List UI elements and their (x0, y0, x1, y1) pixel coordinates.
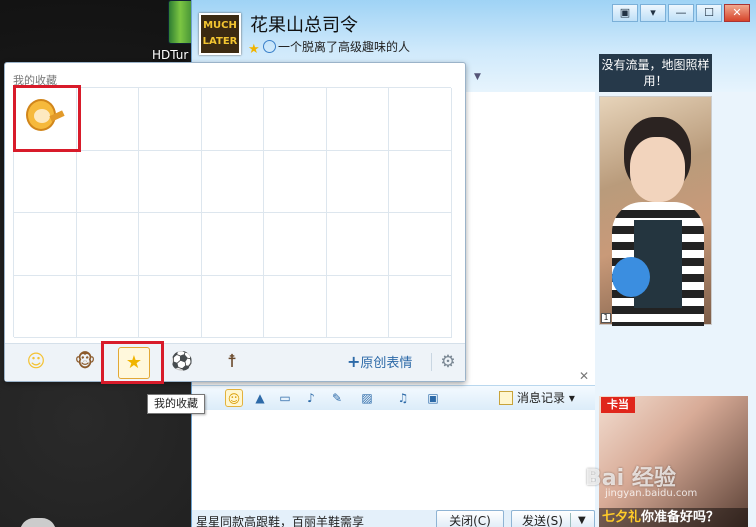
status-row: ★ 一个脱离了高级趣味的人 (248, 38, 411, 57)
tab-smile-icon[interactable]: ☺ (22, 348, 50, 376)
emoji-cell[interactable] (264, 213, 327, 276)
emoji-cell[interactable] (326, 275, 390, 338)
watermark-url: jingyan.baidu.com (605, 488, 698, 499)
ad-bottom-caption[interactable]: 七夕礼你准备好吗？ (599, 508, 748, 527)
image-icon[interactable]: ▨ (358, 389, 376, 407)
menu-button[interactable]: ▾ (640, 4, 666, 22)
ad-caption-text: 你准备好吗？ (641, 510, 720, 525)
send-divider (570, 513, 571, 527)
ad-character-image[interactable] (599, 96, 712, 326)
emoji-cell[interactable] (76, 88, 140, 151)
emoji-cell[interactable] (76, 213, 140, 276)
ad-banner-top[interactable]: 没有流量，地图照样用！ (599, 54, 712, 92)
gear-icon[interactable]: ⚙ (439, 353, 457, 371)
plus-icon[interactable]: + (347, 352, 360, 371)
tab-figure-icon[interactable]: ☨ (218, 348, 246, 376)
minimize-button[interactable]: — (668, 4, 694, 22)
emoji-cell[interactable] (76, 150, 140, 213)
bottom-ad-tip[interactable]: 星星同款高跟鞋，百丽羊鞋需享 (196, 513, 436, 527)
add-custom-emoji-link[interactable]: +原创表情 (347, 352, 412, 371)
send-label[interactable]: 发送(S) (522, 514, 563, 527)
close-button[interactable]: 关闭(C) (436, 510, 504, 527)
emoji-cell[interactable] (326, 213, 390, 276)
screenshot-icon[interactable]: ▭ (276, 389, 294, 407)
tab-ball-icon[interactable]: ⚽ (168, 348, 196, 376)
emoji-cell[interactable] (76, 275, 140, 338)
ad-caption-highlight: 七夕礼 (602, 510, 642, 525)
tooltip: 我的收藏 (147, 394, 205, 414)
send-button[interactable]: 发送(S) ▼ (511, 510, 595, 527)
voice-icon[interactable]: ♪ (302, 389, 320, 407)
close-window-button[interactable]: ✕ (724, 4, 750, 22)
emoji-cell[interactable] (201, 88, 265, 151)
emoji-cell[interactable] (14, 213, 77, 276)
emoji-toolbar-icon[interactable]: ☺ (225, 389, 243, 407)
emoji-cell[interactable] (389, 213, 452, 276)
emoji-cell[interactable] (14, 275, 77, 338)
screen-share-icon[interactable]: ▣ (424, 389, 442, 407)
emoji-cell[interactable] (264, 275, 327, 338)
skin-button[interactable]: ▣ (612, 4, 638, 22)
chat-bubble-icon[interactable] (263, 40, 276, 53)
emoji-cell[interactable] (139, 275, 202, 338)
ad-page-number[interactable]: 1 (601, 313, 611, 323)
tab-monkey-icon[interactable]: 🐵 (71, 348, 99, 376)
music-icon[interactable]: ♫ (394, 389, 412, 407)
emoji-cell[interactable] (264, 150, 327, 213)
window-controls: ▣ ▾ — ☐ ✕ (610, 4, 750, 22)
font-icon[interactable]: ▲ (251, 389, 269, 407)
emoji-cell[interactable] (139, 213, 202, 276)
highlight-box-emoji (13, 85, 81, 152)
contact-avatar[interactable]: MUCH LATER (199, 13, 241, 55)
contact-name[interactable]: 花果山总司令 (250, 11, 358, 37)
note-icon[interactable]: ✎ (328, 389, 346, 407)
history-record-label[interactable]: 消息记录 (517, 391, 565, 405)
history-record-icon[interactable] (499, 391, 513, 405)
emoji-cell[interactable] (139, 150, 202, 213)
emoji-cell[interactable] (326, 150, 390, 213)
toolbar-dropdown-icon[interactable]: ▼ (474, 72, 481, 82)
maximize-button[interactable]: ☐ (696, 4, 722, 22)
add-emoji-label[interactable]: 原创表情 (360, 356, 412, 371)
ad-brand-label: 卡当 (601, 397, 635, 413)
emoji-cell[interactable] (264, 88, 327, 151)
emoji-cell[interactable] (139, 88, 202, 151)
status-text: 一个脱离了高级趣味的人 (278, 40, 411, 54)
message-input[interactable] (192, 410, 595, 510)
ad-close-icon-2[interactable]: ✕ (579, 370, 589, 382)
divider (431, 353, 432, 371)
history-record-button[interactable]: 消息记录 ▾ (517, 389, 575, 406)
emoji-cell[interactable] (389, 88, 452, 151)
highlight-box-favorites-tab (101, 341, 164, 384)
emoji-cell[interactable] (201, 275, 265, 338)
emoji-cell[interactable] (201, 150, 265, 213)
emoji-cell[interactable] (201, 213, 265, 276)
emoji-cell[interactable] (326, 88, 390, 151)
star-icon[interactable]: ★ (248, 42, 261, 57)
emoji-cell[interactable] (389, 275, 452, 338)
send-options-icon[interactable]: ▼ (578, 511, 586, 527)
emoji-cell[interactable] (389, 150, 452, 213)
emoji-cell[interactable] (14, 150, 77, 213)
